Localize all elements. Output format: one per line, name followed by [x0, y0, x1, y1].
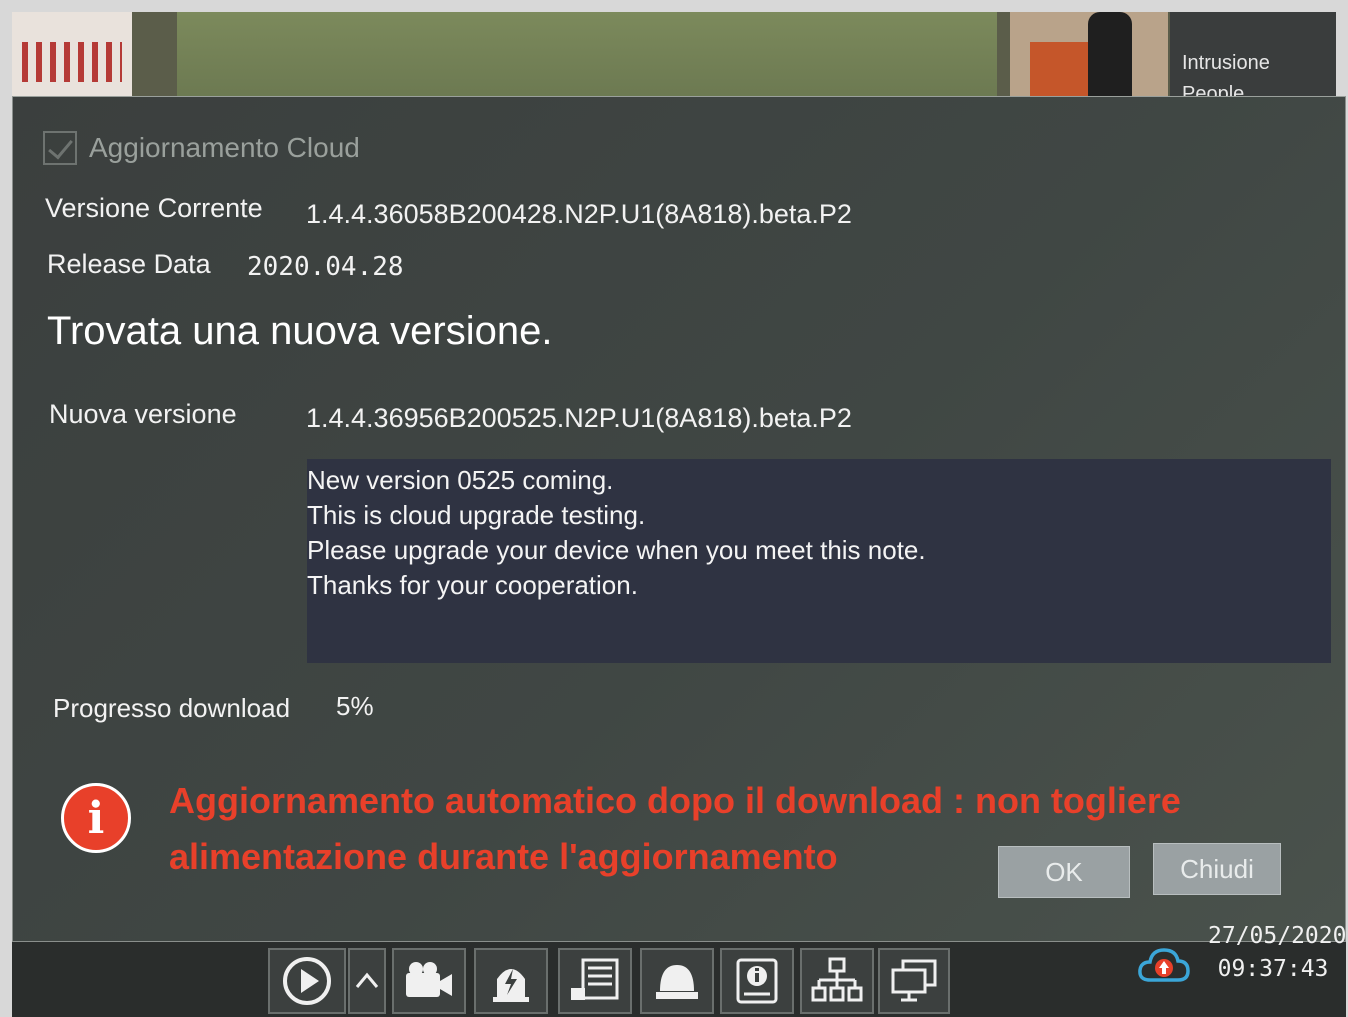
record-list-icon	[571, 958, 619, 1000]
dialog-title: Aggiornamento Cloud	[89, 132, 360, 163]
display-button[interactable]	[878, 948, 950, 1014]
cloud-update-checkbox[interactable]	[43, 131, 77, 165]
play-icon	[283, 957, 331, 1005]
playback-button[interactable]	[268, 948, 346, 1014]
dome-camera-icon	[656, 965, 698, 999]
expand-menu-button[interactable]	[348, 948, 386, 1014]
current-version-label: Versione Corrente	[45, 193, 263, 223]
alarm-icon	[493, 969, 529, 1002]
camera-button[interactable]	[392, 948, 466, 1014]
device-info-button[interactable]	[720, 948, 794, 1014]
record-list-button[interactable]	[558, 948, 632, 1014]
camera-thumbnail-shelf	[12, 12, 132, 102]
close-button[interactable]: Chiudi	[1153, 843, 1281, 895]
cloud-upload-icon[interactable]	[1136, 942, 1192, 988]
display-icon	[891, 959, 937, 1002]
info-icon: i	[61, 783, 131, 853]
network-button[interactable]	[800, 948, 874, 1014]
ok-button[interactable]: OK	[998, 846, 1130, 898]
release-date-value: 2020.04.28	[247, 252, 404, 282]
camera-icon	[406, 962, 452, 997]
download-progress-value: 5%	[336, 691, 374, 721]
dialog-title-row: Aggiornamento Cloud	[43, 131, 360, 165]
system-date: 27/05/2020	[1208, 923, 1347, 949]
release-notes-box[interactable]: New version 0525 coming. This is cloud u…	[307, 459, 1331, 663]
current-version-value: 1.4.4.36058B200428.N2P.U1(8A818).beta.P2	[306, 199, 852, 229]
release-date-label: Release Data	[47, 249, 211, 279]
release-note-line: Please upgrade your device when you meet…	[307, 535, 926, 565]
new-version-label: Nuova versione	[49, 399, 237, 429]
release-note-line: Thanks for your cooperation.	[307, 570, 638, 600]
release-note-line: New version 0525 coming.	[307, 465, 614, 495]
system-time: 09:37:43	[1217, 956, 1329, 982]
cloud-update-dialog: Aggiornamento Cloud Versione Corrente 1.…	[12, 96, 1346, 942]
dome-camera-button[interactable]	[640, 948, 714, 1014]
network-icon	[811, 957, 863, 1002]
new-version-heading: Trovata una nuova versione.	[47, 309, 553, 353]
system-datetime: 27/05/2020 09:37:43	[1208, 920, 1347, 986]
release-note-line: This is cloud upgrade testing.	[307, 500, 646, 530]
chevron-up-icon	[355, 972, 379, 988]
camera-thumbnail-wall	[177, 12, 997, 108]
event-label-intrusion: Intrusione	[1182, 52, 1270, 74]
alarm-button[interactable]	[474, 948, 548, 1014]
info-device-icon	[736, 958, 778, 1004]
taskbar: 27/05/2020 09:37:43	[12, 923, 1346, 1017]
download-progress-label: Progresso download	[53, 693, 291, 723]
new-version-value: 1.4.4.36956B200525.N2P.U1(8A818).beta.P2	[306, 403, 852, 433]
